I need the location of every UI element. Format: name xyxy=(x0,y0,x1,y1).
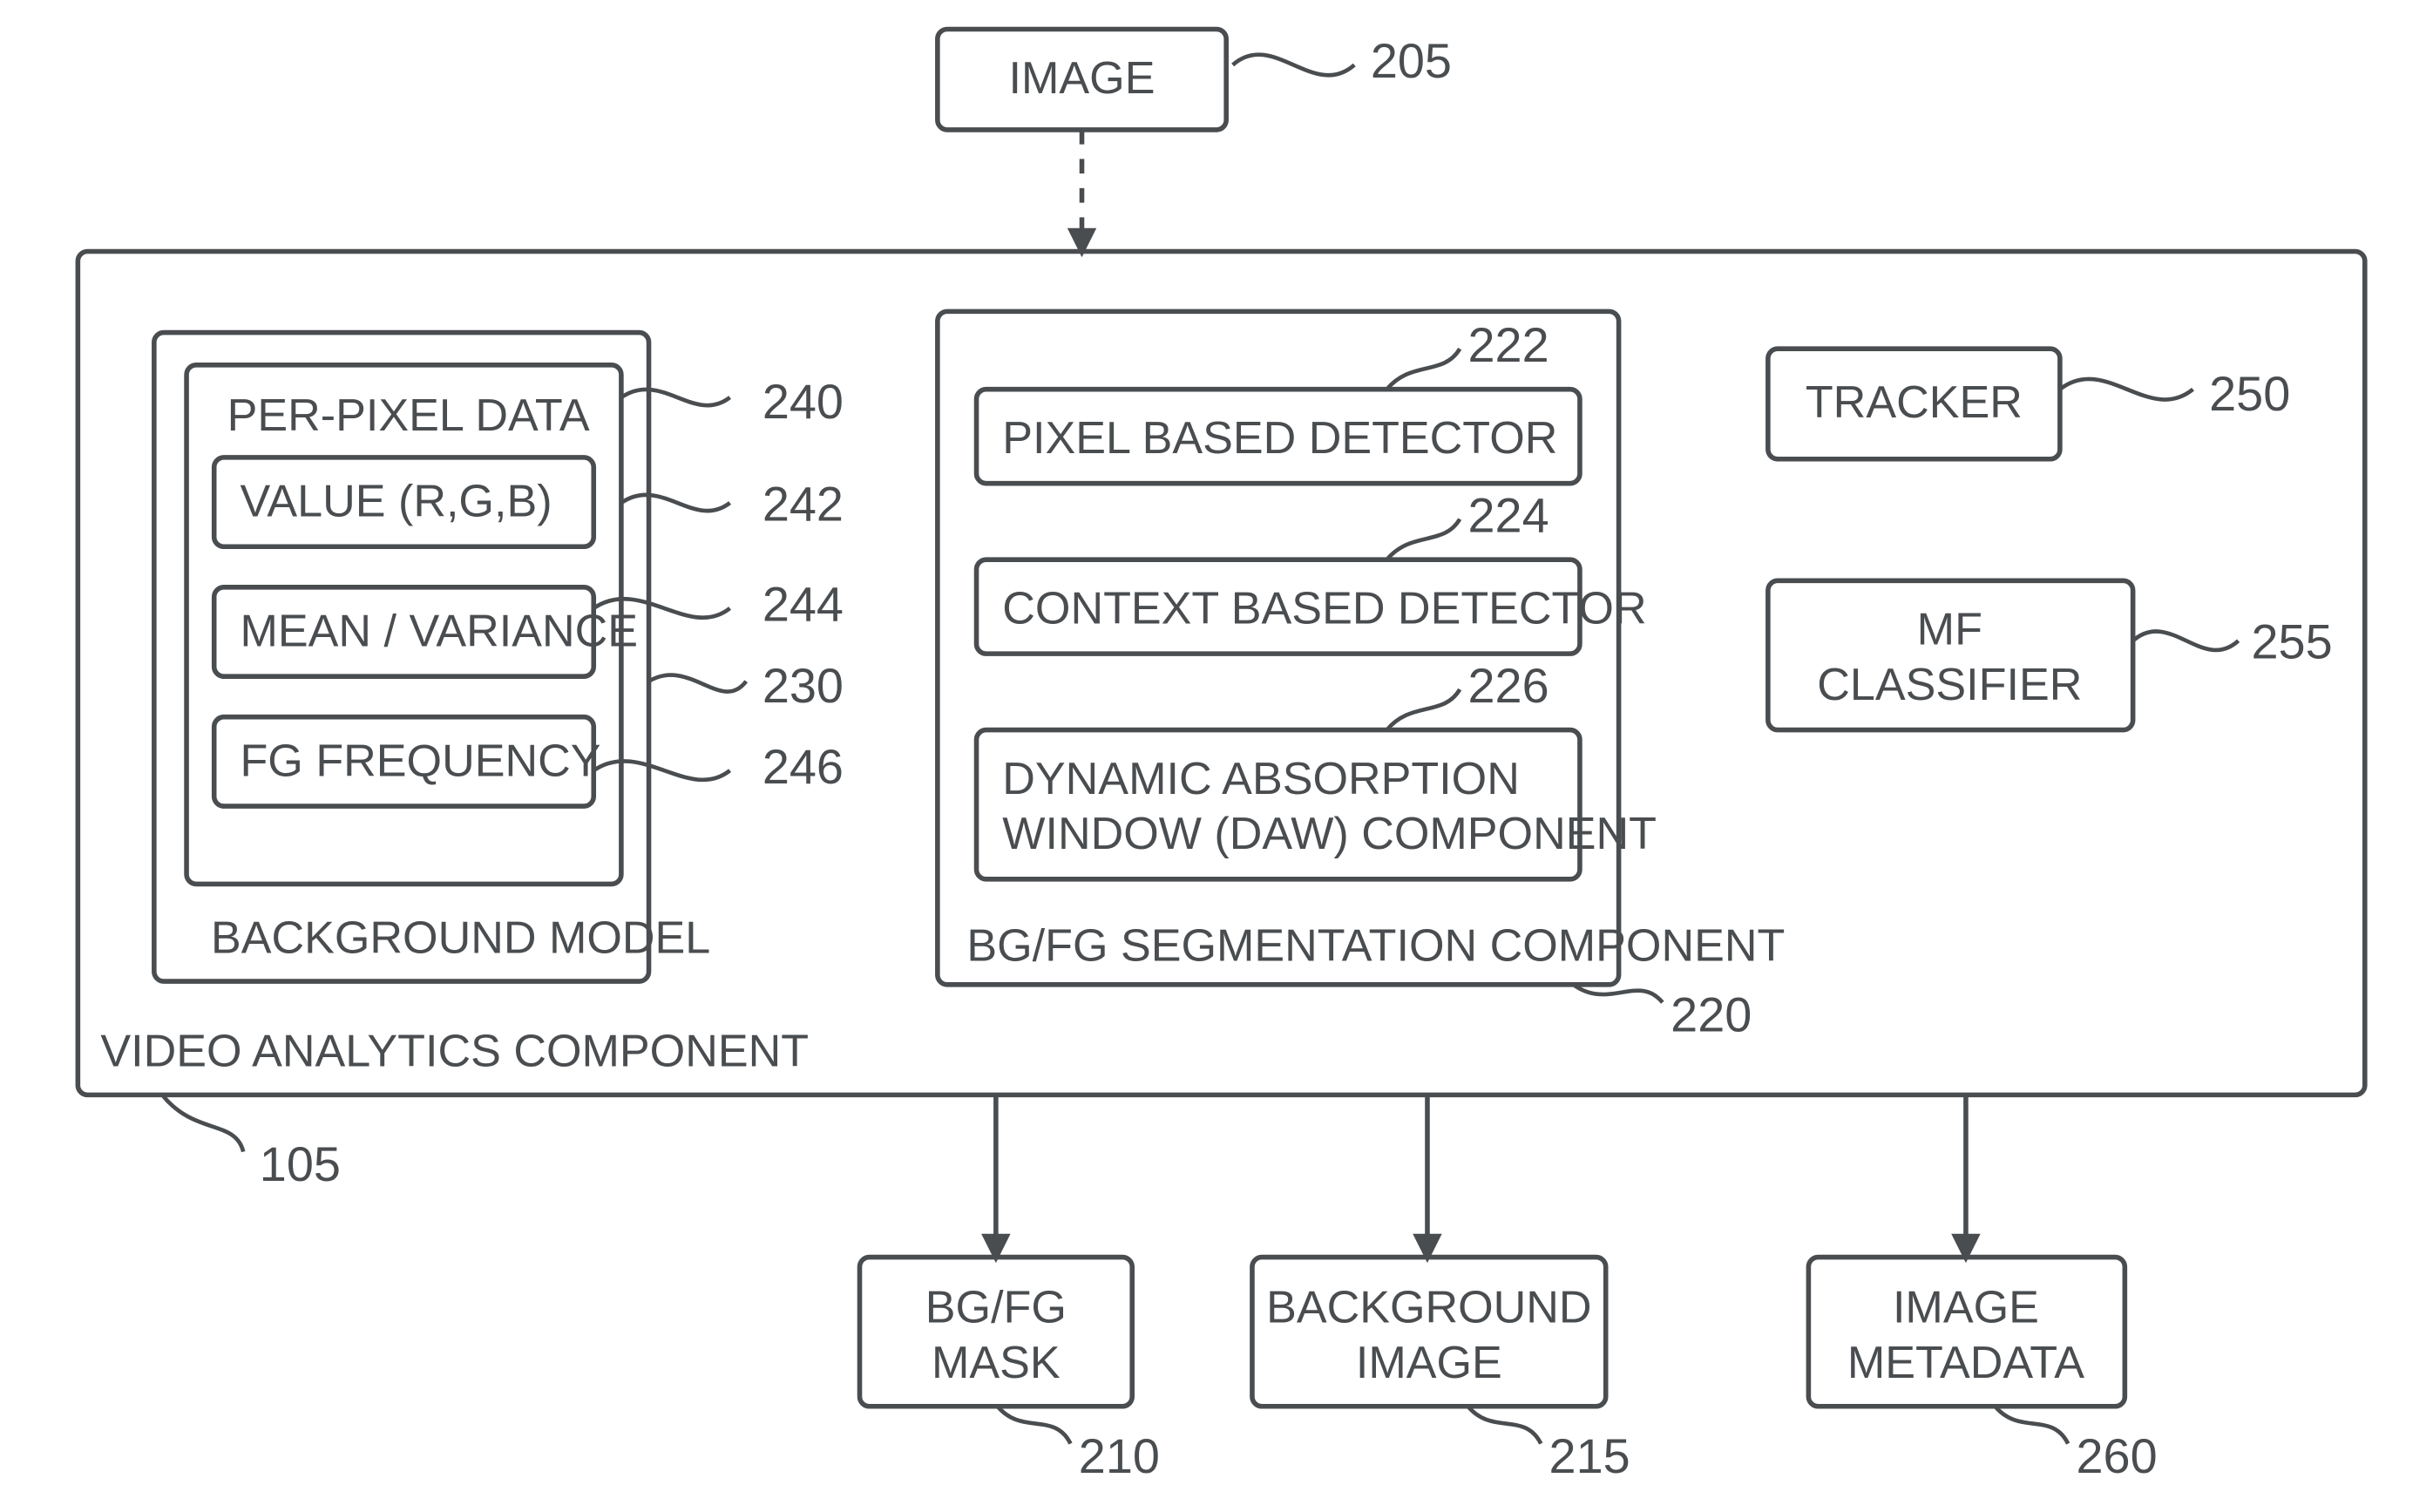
metadata-label-1: IMAGE xyxy=(1893,1283,2039,1333)
bgimg-label-1: BACKGROUND xyxy=(1266,1283,1592,1333)
lead-242 xyxy=(621,495,730,511)
num-246: 246 xyxy=(762,739,844,794)
lead-210 xyxy=(998,1407,1071,1444)
lead-205 xyxy=(1233,55,1355,76)
num-224: 224 xyxy=(1468,487,1549,542)
num-230: 230 xyxy=(762,658,844,713)
video-analytics-title: VIDEO ANALYTICS COMPONENT xyxy=(100,1027,809,1077)
background-model-title: BACKGROUND MODEL xyxy=(211,912,710,963)
lead-230 xyxy=(649,675,747,692)
metadata-label-2: METADATA xyxy=(1847,1338,2084,1388)
num-250: 250 xyxy=(2209,366,2290,421)
lead-215 xyxy=(1468,1407,1542,1444)
mean-variance-label: MEAN / VARIANCE xyxy=(240,607,638,657)
mf-label-1: MF xyxy=(1917,605,1982,655)
num-226: 226 xyxy=(1468,658,1549,713)
lead-260 xyxy=(1995,1407,2068,1444)
lead-246 xyxy=(593,761,729,779)
num-222: 222 xyxy=(1468,317,1549,372)
lead-226 xyxy=(1386,689,1460,730)
lead-224 xyxy=(1386,519,1460,560)
fg-frequency-label: FG FREQUENCY xyxy=(240,736,600,786)
num-105: 105 xyxy=(260,1136,341,1191)
num-255: 255 xyxy=(2252,614,2333,669)
mf-label-2: CLASSIFIER xyxy=(1817,660,2082,710)
daw-label-1: DYNAMIC ABSORPTION xyxy=(1002,754,1520,804)
lead-220 xyxy=(1573,985,1662,1002)
num-215: 215 xyxy=(1549,1428,1630,1483)
num-210: 210 xyxy=(1079,1428,1160,1483)
per-pixel-data-title: PER-PIXEL DATA xyxy=(227,390,590,441)
num-240: 240 xyxy=(762,374,844,429)
value-rgb-label: VALUE (R,G,B) xyxy=(240,477,552,527)
lead-250 xyxy=(2060,379,2193,400)
image-input-label: IMAGE xyxy=(1009,53,1156,104)
mask-label-1: BG/FG xyxy=(925,1283,1067,1333)
num-244: 244 xyxy=(762,577,844,632)
num-242: 242 xyxy=(762,476,844,531)
num-220: 220 xyxy=(1671,987,1752,1042)
segmentation-title: BG/FG SEGMENTATION COMPONENT xyxy=(966,921,1785,972)
num-205: 205 xyxy=(1371,33,1452,88)
daw-label-2: WINDOW (DAW) COMPONENT xyxy=(1002,809,1657,859)
lead-240 xyxy=(621,390,730,405)
context-detector-label: CONTEXT BASED DETECTOR xyxy=(1002,583,1646,634)
lead-105 xyxy=(162,1095,243,1151)
diagram-canvas: IMAGE 205 VIDEO ANALYTICS COMPONENT 105 … xyxy=(0,0,2433,1512)
lead-222 xyxy=(1386,349,1460,390)
mask-label-2: MASK xyxy=(932,1338,1061,1388)
bgimg-label-2: IMAGE xyxy=(1356,1338,1502,1388)
pixel-detector-label: PIXEL BASED DETECTOR xyxy=(1002,413,1557,464)
num-260: 260 xyxy=(2076,1428,2157,1483)
tracker-label: TRACKER xyxy=(1806,377,2023,428)
lead-255 xyxy=(2133,631,2239,649)
